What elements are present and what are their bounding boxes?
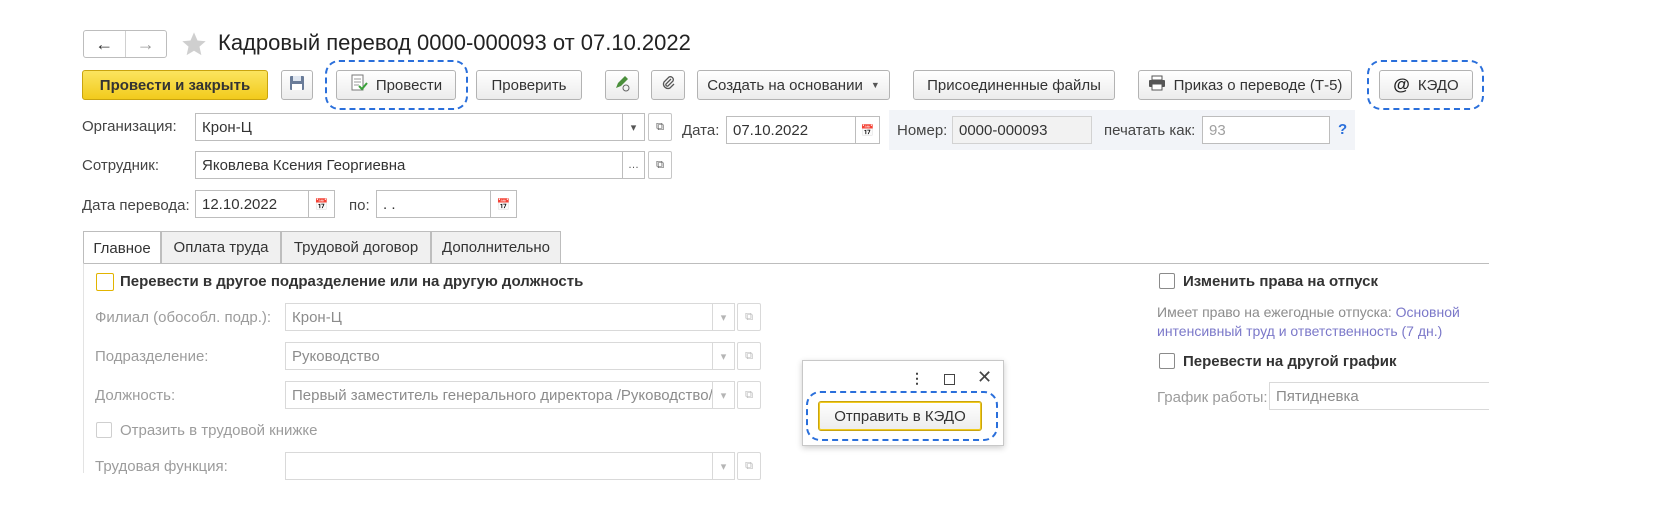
kedo-label: КЭДО [1417, 76, 1459, 94]
to-date-field[interactable]: . . [376, 190, 491, 218]
leave-info-prefix: Имеет право на ежегодные отпуска: [1157, 304, 1396, 320]
position-dropdown-icon: ▾ [713, 381, 735, 409]
work-schedule-field: Пятидневка [1269, 382, 1489, 410]
create-based-on-button[interactable]: Создать на основании ▼ [697, 70, 890, 100]
number-label: Номер: [897, 122, 948, 139]
nav-buttons: ← → [83, 30, 167, 58]
arrow-right-icon: → [136, 33, 155, 54]
page-title: Кадровый перевод 0000-000093 от 07.10.20… [218, 30, 691, 55]
post-button[interactable]: Провести [336, 70, 456, 100]
post-button-label: Провести [375, 76, 443, 94]
work-schedule-label: График работы: [1157, 389, 1268, 406]
number-field: 0000-000093 [952, 116, 1092, 144]
department-dropdown-icon: ▾ [713, 342, 735, 370]
check-button[interactable]: Проверить [476, 70, 582, 100]
print-as-field[interactable]: 93 [1202, 116, 1330, 144]
branch-field: Крон-Ц [285, 303, 713, 331]
back-button[interactable]: ← [84, 31, 126, 57]
schedule-checkbox[interactable] [1159, 353, 1175, 369]
to-date-calendar-icon[interactable]: 📅 [491, 190, 517, 218]
workbook-checkbox [96, 422, 112, 438]
kedo-button[interactable]: @ КЭДО [1379, 70, 1473, 100]
position-open-icon: ⧉ [737, 381, 761, 409]
date-field[interactable]: 07.10.2022 [726, 116, 856, 144]
labor-function-dropdown-icon: ▾ [713, 452, 735, 480]
attach-button[interactable] [651, 70, 685, 100]
to-label: по: [349, 197, 370, 214]
send-to-kedo-button[interactable]: Отправить в КЭДО [818, 401, 982, 431]
organization-dropdown-icon[interactable]: ▾ [623, 113, 645, 141]
position-field: Первый заместитель генерального директор… [285, 381, 713, 409]
leave-basic-link[interactable]: Основной [1396, 304, 1460, 320]
tab-employment-contract[interactable]: Трудовой договор [281, 231, 431, 263]
close-icon[interactable]: ✕ [977, 367, 992, 388]
chevron-down-icon: ▼ [870, 80, 880, 90]
help-icon[interactable]: ? [1338, 121, 1347, 138]
floppy-disk-icon [289, 75, 305, 95]
paperclip-icon [660, 75, 676, 95]
favorite-star-icon[interactable] [180, 30, 208, 58]
transfer-date-calendar-icon[interactable]: 📅 [309, 190, 335, 218]
post-document-icon [350, 74, 368, 96]
schedule-label: Перевести на другой график [1183, 353, 1397, 370]
print-order-button[interactable]: Приказ о переводе (Т-5) [1138, 70, 1352, 100]
department-open-icon: ⧉ [737, 342, 761, 370]
labor-function-open-icon: ⧉ [737, 452, 761, 480]
department-label: Подразделение: [95, 348, 209, 365]
save-button[interactable] [281, 70, 313, 100]
more-options-icon[interactable]: ⋮ [910, 370, 924, 387]
at-sign-icon: @ [1393, 75, 1410, 94]
attached-files-button[interactable]: Присоединенные файлы [913, 70, 1115, 100]
post-and-close-button[interactable]: Провести и закрыть [82, 70, 268, 100]
organization-open-icon[interactable]: ⧉ [648, 113, 672, 141]
organization-field[interactable]: Крон-Ц [195, 113, 623, 141]
printer-icon [1148, 75, 1166, 95]
transfer-date-field[interactable]: 12.10.2022 [195, 190, 309, 218]
branch-open-icon: ⧉ [737, 303, 761, 331]
edit-signature-button[interactable] [605, 70, 639, 100]
tab-payment[interactable]: Оплата труда [161, 231, 281, 263]
leave-rights-checkbox[interactable] [1159, 273, 1175, 289]
employee-select-icon[interactable]: … [623, 151, 645, 179]
tab-additional[interactable]: Дополнительно [431, 231, 561, 263]
department-field: Руководство [285, 342, 713, 370]
position-label: Должность: [95, 387, 176, 404]
arrow-left-icon: ← [95, 33, 114, 54]
organization-label: Организация: [82, 118, 177, 135]
transfer-checkbox[interactable] [96, 273, 114, 291]
pen-icon [613, 74, 631, 96]
create-based-on-label: Создать на основании [707, 76, 863, 94]
print-as-label: печатать как: [1104, 122, 1196, 139]
labor-function-field [285, 452, 713, 480]
leave-intensive-link[interactable]: интенсивный труд и ответственность (7 дн… [1157, 323, 1442, 339]
employee-label: Сотрудник: [82, 157, 160, 174]
leave-rights-label: Изменить права на отпуск [1183, 273, 1378, 290]
calendar-icon[interactable]: 📅 [856, 116, 880, 144]
branch-dropdown-icon: ▾ [713, 303, 735, 331]
maximize-icon[interactable] [944, 374, 955, 385]
tab-main[interactable]: Главное [83, 231, 161, 264]
branch-label: Филиал (обособл. подр.): [95, 309, 272, 326]
transfer-date-label: Дата перевода: [82, 197, 190, 214]
date-label: Дата: [682, 122, 720, 139]
print-order-label: Приказ о переводе (Т-5) [1173, 76, 1343, 94]
employee-open-icon[interactable]: ⧉ [648, 151, 672, 179]
transfer-checkbox-label: Перевести в другое подразделение или на … [120, 273, 584, 290]
workbook-checkbox-label: Отразить в трудовой книжке [120, 422, 318, 439]
leave-info-text: Имеет право на ежегодные отпуска: Основн… [1157, 303, 1489, 341]
forward-button[interactable]: → [126, 31, 167, 57]
employee-field[interactable]: Яковлева Ксения Георгиевна [195, 151, 623, 179]
labor-function-label: Трудовая функция: [95, 458, 228, 475]
